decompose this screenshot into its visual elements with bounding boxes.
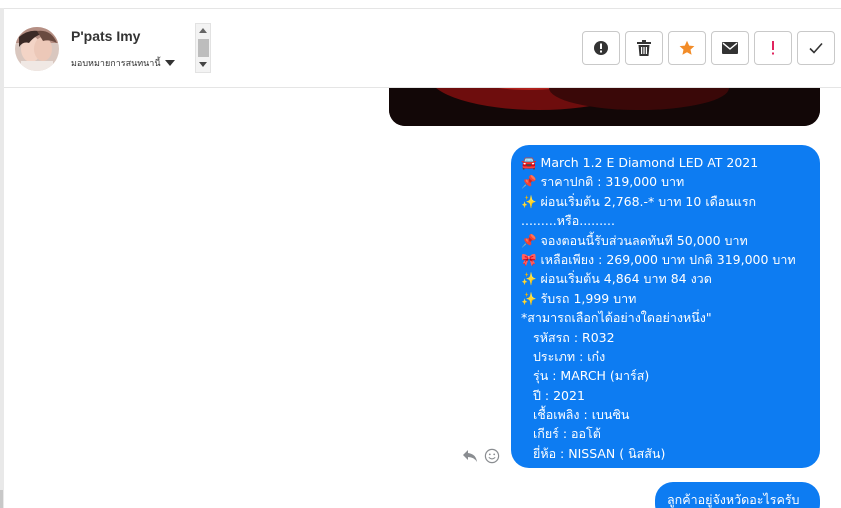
chevron-down-icon — [164, 60, 175, 66]
reply-icon[interactable] — [462, 449, 478, 463]
message-bubble[interactable]: 🚘 March 1.2 E Diamond LED AT 2021 📌 ราคา… — [511, 145, 820, 468]
image-attachment[interactable] — [389, 88, 820, 126]
message-line: เกียร์ : ออโต้ — [533, 426, 601, 442]
trash-icon — [637, 40, 651, 56]
star-button[interactable] — [668, 31, 706, 65]
message-line: *สามารถเลือกได้อย่างใดอย่างหนึ่ง" — [521, 310, 712, 326]
exclamation-circle-icon — [594, 41, 608, 55]
avatar[interactable] — [15, 27, 59, 71]
scroll-thumb[interactable] — [198, 39, 209, 57]
message-line: 🚘 March 1.2 E Diamond LED AT 2021 — [521, 155, 759, 170]
envelope-icon — [722, 42, 738, 54]
assign-conversation-dropdown[interactable]: มอบหมายการสนทนานี้ — [71, 55, 175, 71]
message-line: รุ่น : MARCH (มาร์ส) — [533, 368, 650, 384]
message-line: 🎀 เหลือเพียง : 269,000 บาท ปกติ 319,000 … — [521, 251, 796, 267]
car-photo — [389, 88, 820, 126]
avatar-photo — [15, 27, 59, 71]
header-scrollbar[interactable] — [195, 23, 211, 73]
message-line: รหัสรถ : R032 — [533, 329, 615, 345]
scroll-up-icon[interactable] — [199, 28, 207, 33]
message-line: ลูกค้าอยู่จังหวัดอะไรครับ — [667, 492, 800, 507]
conversation-area[interactable]: 🚘 March 1.2 E Diamond LED AT 2021 📌 ราคา… — [4, 88, 841, 508]
message-line: 📌 จองตอนนี้รับส่วนลดทันที 50,000 บาท — [521, 232, 748, 248]
message-line: เชื้อเพลิง : เบนซิน — [533, 407, 630, 423]
message-line: ✨ รับรถ 1,999 บาท — [521, 290, 637, 306]
message-line: ✨ ผ่อนเริ่มต้น 2,768.-* บาท 10 เดือนแรก — [521, 193, 757, 209]
message-line: 📌 ราคาปกติ : 319,000 บาท — [521, 174, 685, 190]
conversation-header: P'pats Imy มอบหมายการสนทนานี้ — [4, 8, 841, 88]
mark-done-button[interactable] — [797, 31, 835, 65]
contact-name[interactable]: P'pats Imy — [71, 28, 140, 44]
messenger-window: P'pats Imy มอบหมายการสนทนานี้ 🚘 March 1.… — [0, 0, 841, 508]
message-line: ยี่ห้อ : NISSAN ( นิสสัน) — [533, 445, 666, 461]
message-line: ✨ ผ่อนเริ่มต้น 4,864 บาท 84 งวด — [521, 271, 712, 287]
star-icon — [679, 40, 695, 55]
exclamation-icon — [772, 41, 774, 55]
message-line: .........หรือ......... — [521, 213, 615, 229]
message-tools — [462, 446, 500, 466]
scroll-down-icon[interactable] — [199, 62, 207, 67]
delete-button[interactable] — [625, 31, 663, 65]
assign-label: มอบหมายการสนทนานี้ — [71, 59, 161, 69]
check-icon — [809, 42, 823, 54]
message-line: ประเภท : เก๋ง — [533, 348, 606, 364]
mark-unread-button[interactable] — [711, 31, 749, 65]
message-line: ปี : 2021 — [533, 387, 585, 403]
emoji-reaction-icon[interactable] — [484, 448, 500, 464]
resize-handle[interactable] — [0, 490, 3, 508]
report-spam-button[interactable] — [582, 31, 620, 65]
flag-important-button[interactable] — [754, 31, 792, 65]
message-bubble[interactable]: ลูกค้าอยู่จังหวัดอะไรครับ — [655, 482, 820, 508]
